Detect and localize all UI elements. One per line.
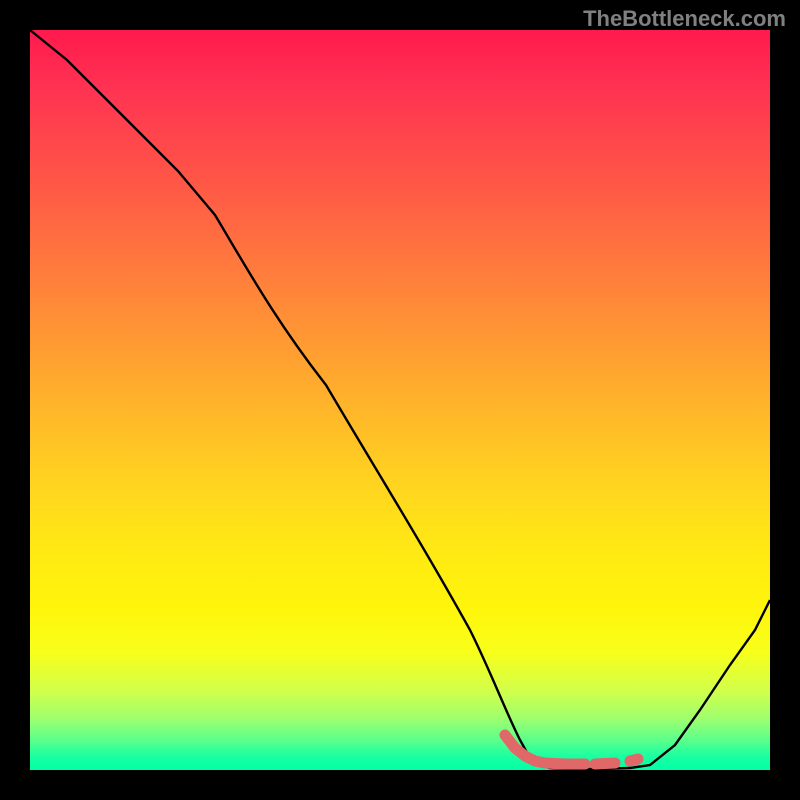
curve-svg [30, 30, 770, 770]
watermark-text: TheBottleneck.com [583, 6, 786, 32]
bottleneck-curve-line [30, 30, 770, 769]
plot-area [30, 30, 770, 770]
minimum-marker-segment [505, 735, 638, 764]
